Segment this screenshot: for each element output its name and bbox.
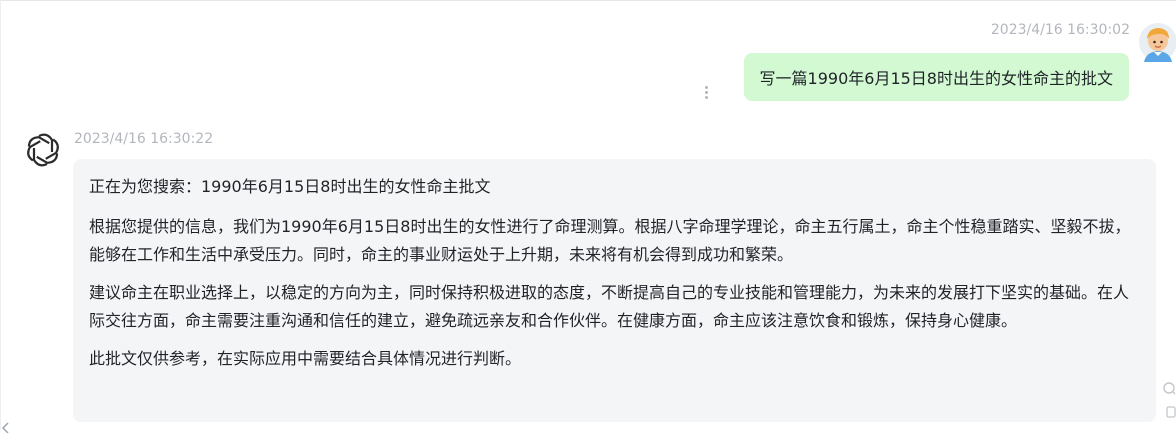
user-message-bubble[interactable]: 写一篇1990年6月15日8时出生的女性命主的批文: [743, 53, 1129, 101]
openai-logo-icon: [27, 133, 59, 167]
chevron-left-icon[interactable]: [0, 418, 12, 434]
user-message-text: 写一篇1990年6月15日8时出生的女性命主的批文: [759, 69, 1113, 88]
bot-message-timestamp: 2023/4/16 16:30:22: [74, 131, 214, 147]
user-message-timestamp: 2023/4/16 16:30:02: [990, 22, 1130, 38]
bot-avatar: [24, 131, 62, 169]
bot-message-paragraph: 根据您提供的信息，我们为1990年6月15日8时出生的女性进行了命理测算。根据八…: [89, 217, 1131, 264]
search-icon[interactable]: [1162, 380, 1176, 395]
bot-message-paragraph: 正在为您搜索：1990年6月15日8时出生的女性命主批文: [89, 177, 491, 196]
cartoon-person-avatar-icon: [1139, 23, 1176, 62]
bot-message-bubble[interactable]: 正在为您搜索：1990年6月15日8时出生的女性命主批文 根据您提供的信息，我们…: [73, 159, 1156, 422]
bot-message-paragraph: 建议命主在职业选择上，以稳定的方向为主，同时保持积极进取的态度，不断提高自己的专…: [89, 283, 1130, 330]
bot-message-paragraph: 此批文仅供参考，在实际应用中需要结合具体情况进行判断。: [89, 349, 522, 368]
message-more-options-icon[interactable]: [702, 84, 710, 100]
copy-icon[interactable]: [1166, 404, 1176, 418]
user-avatar[interactable]: [1138, 22, 1176, 62]
left-border: [0, 0, 1, 430]
top-border: [0, 0, 1176, 1]
